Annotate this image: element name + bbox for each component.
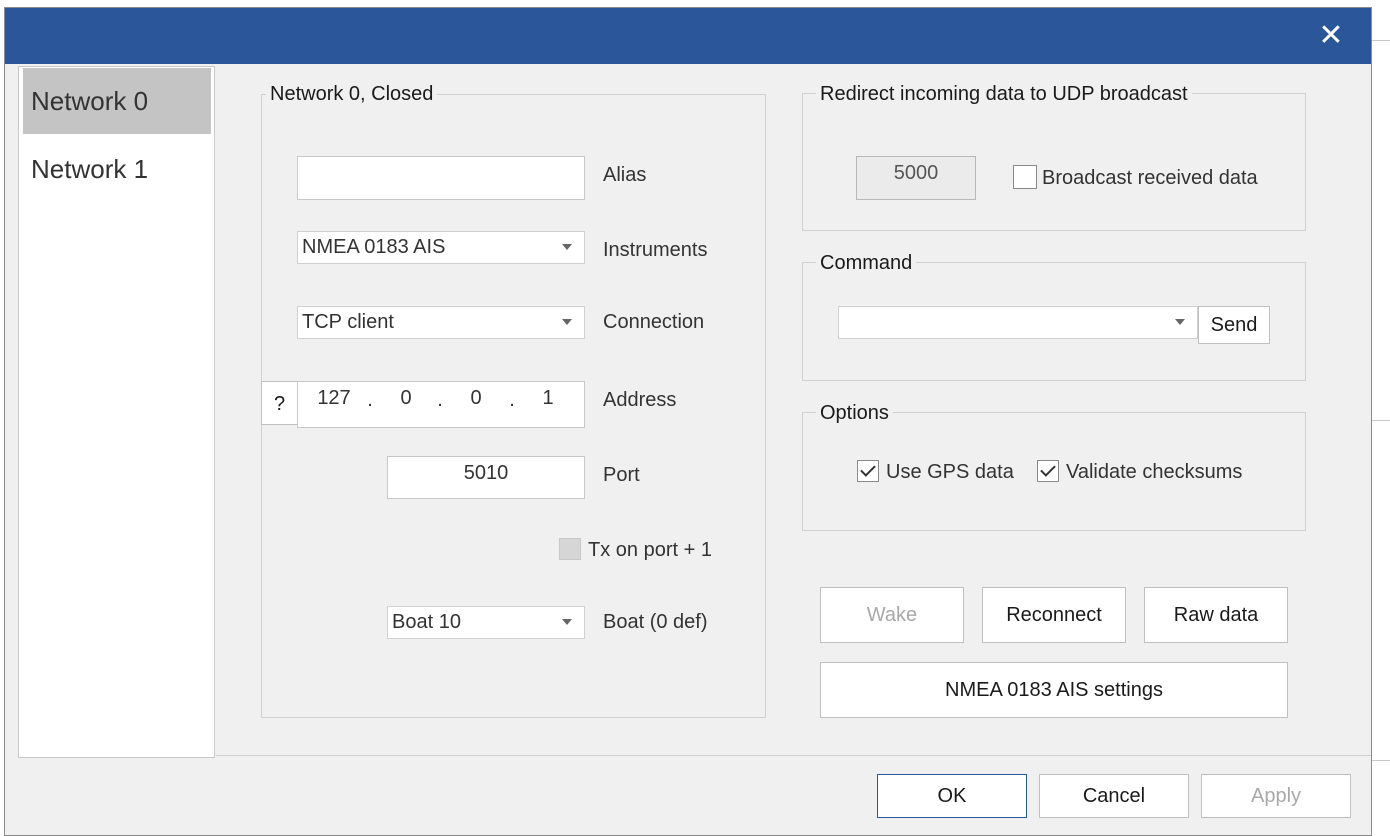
connection-label: Connection: [603, 311, 705, 333]
raw-data-button[interactable]: Raw data: [1144, 587, 1288, 643]
background-line: [1372, 40, 1390, 41]
command-group-title: Command: [816, 251, 917, 275]
address-octet-3: 0: [470, 387, 482, 409]
chevron-down-icon: [1175, 319, 1185, 325]
connection-value: TCP client: [302, 311, 394, 333]
tx-on-port-label: Tx on port + 1: [588, 539, 712, 561]
chevron-down-icon: [562, 244, 572, 250]
alias-label: Alias: [603, 164, 647, 186]
address-octet-4: 1: [542, 387, 554, 409]
ok-button[interactable]: OK: [877, 774, 1027, 818]
alias-input[interactable]: [297, 156, 585, 200]
cancel-button[interactable]: Cancel: [1039, 774, 1189, 818]
background-line: [1372, 420, 1390, 421]
chevron-down-icon: [562, 619, 572, 625]
validate-checksums-label: Validate checksums: [1066, 461, 1243, 483]
address-dot: .: [509, 389, 515, 411]
address-octet-2: 0: [400, 387, 412, 409]
address-dot: .: [437, 389, 443, 411]
validate-checksums-checkbox[interactable]: [1037, 460, 1059, 482]
background-line: [1372, 760, 1390, 761]
options-group-title: Options: [816, 401, 893, 425]
udp-port-input[interactable]: 5000: [856, 156, 976, 200]
broadcast-label: Broadcast received data: [1042, 167, 1258, 189]
instruments-select[interactable]: NMEA 0183 AIS: [297, 231, 585, 264]
network-list-item-1[interactable]: Network 1: [23, 136, 211, 202]
broadcast-checkbox[interactable]: [1013, 165, 1037, 189]
address-octet-1: 127: [317, 387, 351, 409]
network-settings-dialog: ✕ Network 0 Network 1 Network 0, Closed …: [4, 7, 1372, 836]
wake-button[interactable]: Wake: [820, 587, 964, 643]
command-select[interactable]: [838, 306, 1198, 339]
address-help-button[interactable]: ?: [261, 381, 298, 425]
close-icon[interactable]: ✕: [1313, 18, 1349, 54]
use-gps-label: Use GPS data: [886, 461, 1014, 483]
instruments-value: NMEA 0183 AIS: [302, 236, 446, 258]
tx-on-port-checkbox[interactable]: [559, 538, 581, 560]
address-input[interactable]: 127 . 0 . 0 . 1: [297, 381, 585, 428]
use-gps-checkbox[interactable]: [857, 460, 879, 482]
udp-group-title: Redirect incoming data to UDP broadcast: [816, 82, 1192, 106]
port-input[interactable]: 5010: [387, 456, 585, 499]
boat-value: Boat 10: [392, 611, 461, 633]
port-label: Port: [603, 464, 640, 486]
reconnect-button[interactable]: Reconnect: [982, 587, 1126, 643]
title-bar: ✕: [5, 8, 1371, 64]
connection-select[interactable]: TCP client: [297, 306, 585, 339]
boat-label: Boat (0 def): [603, 611, 708, 633]
address-dot: .: [367, 389, 373, 411]
network-list: Network 0 Network 1: [18, 66, 215, 758]
instruments-label: Instruments: [603, 239, 708, 261]
nmea-settings-button[interactable]: NMEA 0183 AIS settings: [820, 662, 1288, 718]
network-group-title: Network 0, Closed: [266, 82, 438, 106]
boat-select[interactable]: Boat 10: [387, 606, 585, 639]
chevron-down-icon: [562, 319, 572, 325]
network-list-item-0[interactable]: Network 0: [23, 68, 211, 134]
footer-separator: [216, 755, 1371, 756]
apply-button[interactable]: Apply: [1201, 774, 1351, 818]
address-label: Address: [603, 389, 677, 411]
send-button[interactable]: Send: [1198, 306, 1270, 344]
